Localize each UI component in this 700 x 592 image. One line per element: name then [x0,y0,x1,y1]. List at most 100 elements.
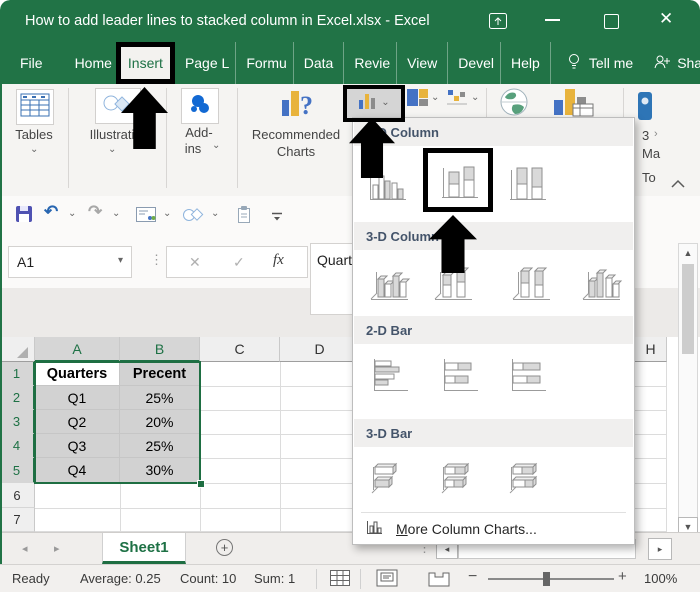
status-mode: Ready [12,571,50,586]
option-clustered-bar[interactable] [365,346,413,404]
redo-icon[interactable]: ↷ [88,202,102,222]
enter-icon[interactable]: ✓ [233,254,245,271]
option-100-stacked-bar[interactable] [503,346,551,404]
zoom-out-icon[interactable]: − [468,568,477,586]
tab-file[interactable]: File [0,42,61,84]
cell-A5[interactable]: Q4 [35,458,120,483]
chevron-down-icon[interactable]: ⌄ [163,209,171,219]
row-header-2[interactable]: 2 [0,386,35,410]
insert-function-icon[interactable]: fx [273,252,284,269]
minimize-icon[interactable] [545,19,560,21]
select-all-corner[interactable] [0,337,35,362]
option-100-stacked-column[interactable] [503,154,551,212]
option-3d-stacked-bar[interactable] [435,449,483,507]
clipboard-icon[interactable] [236,205,252,229]
window-title: How to add leader lines to stacked colum… [25,13,430,29]
tab-view[interactable]: View [396,42,447,84]
cell-A2[interactable]: Q1 [35,386,120,410]
more-column-charts-item[interactable]: More Column Charts... [354,514,633,544]
save-icon[interactable] [15,205,33,228]
cell-B2[interactable]: 25% [120,386,200,410]
insert-hierarchy-chart-button[interactable] [407,89,428,111]
shapes-icon[interactable] [182,207,206,228]
tab-home[interactable]: Home [61,42,114,84]
chevron-down-icon[interactable]: ⌄ [471,93,479,103]
share-button[interactable]: Share [643,42,700,84]
row-header-3[interactable]: 3 [0,410,35,434]
recommended-charts-icon: ? [280,91,318,124]
zoom-slider-track[interactable] [488,578,614,580]
name-box[interactable]: A1 ▾ [8,246,132,278]
title-bar: How to add leader lines to stacked colum… [0,0,700,42]
row-header-7[interactable]: 7 [0,508,35,532]
cell-B1[interactable]: Precent [120,362,200,386]
row-header-1[interactable]: 1 [0,362,35,386]
undo-icon[interactable]: ↶ [44,202,58,222]
chevron-down-icon[interactable]: ▾ [118,255,123,266]
hscroll-right-button[interactable]: ▸ [648,538,672,560]
chevron-down-icon[interactable]: ⌄ [211,209,219,219]
normal-view-icon[interactable] [330,570,350,591]
row-header-6[interactable]: 6 [0,483,35,508]
column-header-B[interactable]: B [120,337,200,362]
tab-insert[interactable]: Insert [115,42,175,84]
customize-toolbar-icon[interactable] [271,210,283,228]
tab-formulas[interactable]: Formu [235,42,292,84]
tab-help[interactable]: Help [500,42,550,84]
zoom-in-icon[interactable]: + [618,568,627,585]
cancel-icon[interactable]: ✕ [189,254,201,271]
fill-handle[interactable] [197,480,205,488]
cell-B3[interactable]: 20% [120,410,200,434]
column-header-H[interactable]: H [635,337,667,362]
row-header-5[interactable]: 5 [0,458,35,483]
column-header-A[interactable]: A [35,337,120,362]
option-3d-clustered-bar[interactable] [365,449,413,507]
tab-page-layout[interactable]: Page L [175,42,235,84]
insert-waterfall-chart-button[interactable] [447,89,468,111]
tab-developer[interactable]: Devel [447,42,500,84]
vertical-scrollbar[interactable]: ▲ [678,243,698,537]
tab-review[interactable]: Revie [343,42,396,84]
cell-A4[interactable]: Q3 [35,434,120,458]
status-average: Average: 0.25 [80,571,161,586]
option-stacked-bar[interactable] [435,346,483,404]
addins-button[interactable] [181,88,219,124]
chevron-down-icon[interactable]: ⌄ [112,209,120,219]
3d-map-button[interactable] [637,91,655,126]
tables-button[interactable] [16,89,54,125]
chevron-down-icon[interactable]: ⌄ [431,93,439,103]
cell-B4[interactable]: 25% [120,434,200,458]
close-icon[interactable]: ✕ [659,9,673,29]
cell-A1[interactable]: Quarters [35,362,120,386]
zoom-level[interactable]: 100% [644,571,677,586]
section-header-3d-bar: 3-D Bar [354,419,633,447]
collapse-ribbon-icon[interactable] [670,176,686,194]
contact-card-icon[interactable] [136,207,156,227]
zoom-slider-handle[interactable] [543,572,550,586]
new-sheet-icon[interactable]: + [216,539,233,556]
annotation-box-stacked-column [423,148,493,212]
vertical-scroll-thumb[interactable] [682,264,694,354]
option-3d-100-stacked-column[interactable] [507,254,555,312]
recommended-charts-button[interactable]: ? [280,86,318,125]
tab-data[interactable]: Data [292,42,344,84]
column-header-C[interactable]: C [200,337,280,362]
scroll-up-icon[interactable]: ▲ [679,248,697,258]
maximize-icon[interactable] [604,14,619,29]
page-layout-view-icon[interactable] [376,569,398,592]
ribbon-display-options-icon[interactable] [489,13,507,34]
chevron-down-icon[interactable]: ⌄ [68,209,76,219]
sheet-nav-right-icon[interactable]: ▸ [54,542,60,555]
formula-buttons: ✕ ✓ fx [166,246,308,278]
cell-A3[interactable]: Q2 [35,410,120,434]
row-header-4[interactable]: 4 [0,434,35,458]
column-header-D[interactable]: D [280,337,360,362]
page-break-view-icon[interactable] [428,569,450,592]
option-3d-column[interactable] [577,254,625,312]
tab-tell-me[interactable]: Tell me [549,42,643,84]
sheet-tab-sheet1[interactable]: Sheet1 [102,533,186,564]
option-3d-clustered-column[interactable] [365,254,413,312]
cell-B5[interactable]: 30% [120,458,200,483]
option-3d-100-stacked-bar[interactable] [503,449,551,507]
sheet-nav-left-icon[interactable]: ◂ [22,542,28,555]
